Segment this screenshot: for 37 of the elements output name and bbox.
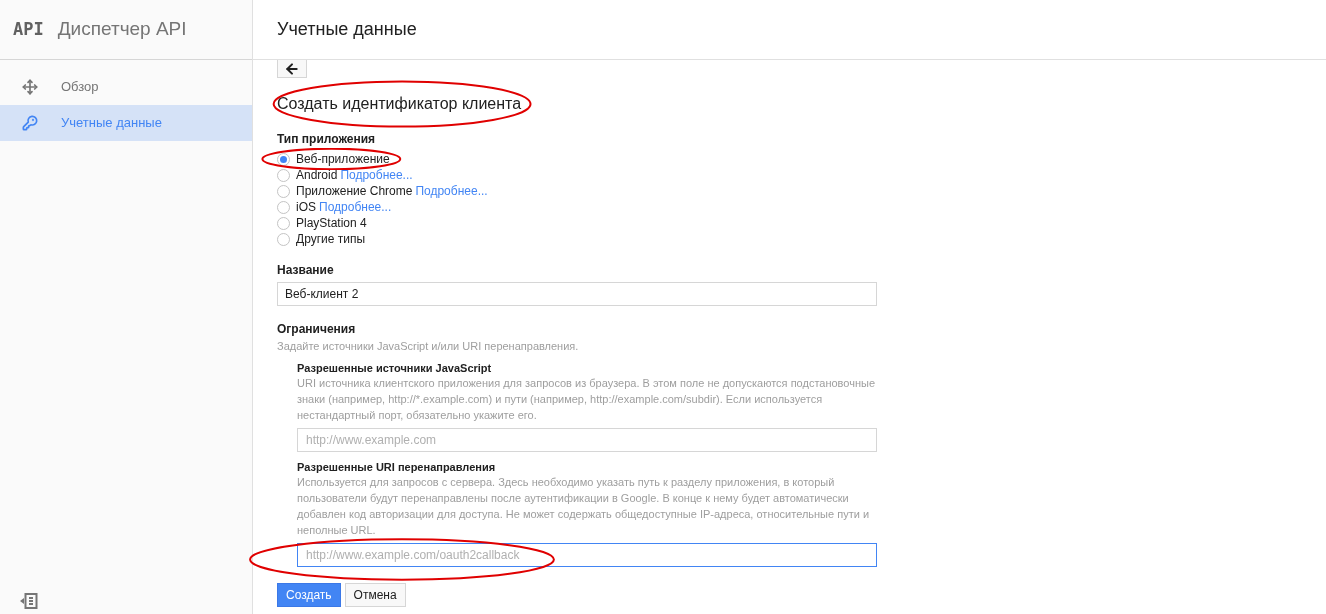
section-title: Разрешенные URI перенаправления (297, 460, 497, 474)
form-heading: Создать идентификатор клиента (277, 95, 522, 112)
learn-more-link[interactable]: Подробнее... (415, 182, 488, 200)
page-title: Учетные данные (277, 18, 417, 41)
radio-button[interactable] (277, 232, 290, 246)
radio-label: iOS (296, 200, 316, 214)
radio-label: PlayStation 4 (296, 216, 367, 230)
key-icon (22, 115, 38, 131)
restrictions-hint: Задайте источники JavaScript и/или URI перенаправления. (277, 339, 580, 353)
restrictions-label: Ограничения (277, 322, 357, 336)
back-arrow-icon (284, 60, 300, 77)
move-icon (22, 79, 38, 95)
sidebar-item[interactable]: Учетные данные (0, 105, 252, 141)
radio-button[interactable] (277, 184, 290, 198)
section-hint: Используется для запросов с сервера. Здесь необходимо указать путь к разделу приложения, в который пользователи будут перенаправлены после аутентификации в Google. В конце к нему будет автоматически добавлен код авторизации для доступа. Не может содержать общедоступные IP-адреса, относительные пути и неполные URL. (297, 475, 871, 538)
name-field[interactable]: Веб-клиент 2 (277, 282, 877, 306)
radio-label: Другие типы (296, 232, 366, 246)
radio-button[interactable] (277, 216, 290, 230)
back-button[interactable] (277, 60, 307, 78)
name-label: Название (277, 263, 335, 277)
api-logo: API (13, 17, 44, 41)
collapse-sidebar-icon[interactable] (20, 593, 38, 609)
sidebar-item[interactable]: Обзор (0, 69, 252, 105)
cancel-button[interactable]: Отмена (344, 583, 406, 607)
radio-button[interactable] (277, 200, 290, 214)
radio-label: Веб-приложение (296, 152, 390, 166)
create-button[interactable]: Создать (277, 583, 341, 607)
url-field[interactable]: http://www.example.com/oauth2callback (297, 543, 877, 567)
section-hint: URI источника клиентского приложения для запросов из браузера. В этом поле не допускаются подстановочные знаки (например, http://*.example.com) и пути (например, http://example.com/subdir). Если используется нестандартный порт, обязательно укажите его. (297, 376, 877, 423)
radio-button[interactable] (277, 168, 290, 182)
section-title: Разрешенные источники JavaScript (297, 361, 493, 375)
app-title: Диспетчер API (57, 17, 187, 42)
radio-label: Android (296, 168, 338, 182)
learn-more-link[interactable]: Подробнее... (319, 198, 392, 216)
app-type-label: Тип приложения (277, 132, 377, 146)
learn-more-link[interactable]: Подробнее... (340, 166, 413, 184)
radio-label: Приложение Chrome (296, 184, 413, 198)
